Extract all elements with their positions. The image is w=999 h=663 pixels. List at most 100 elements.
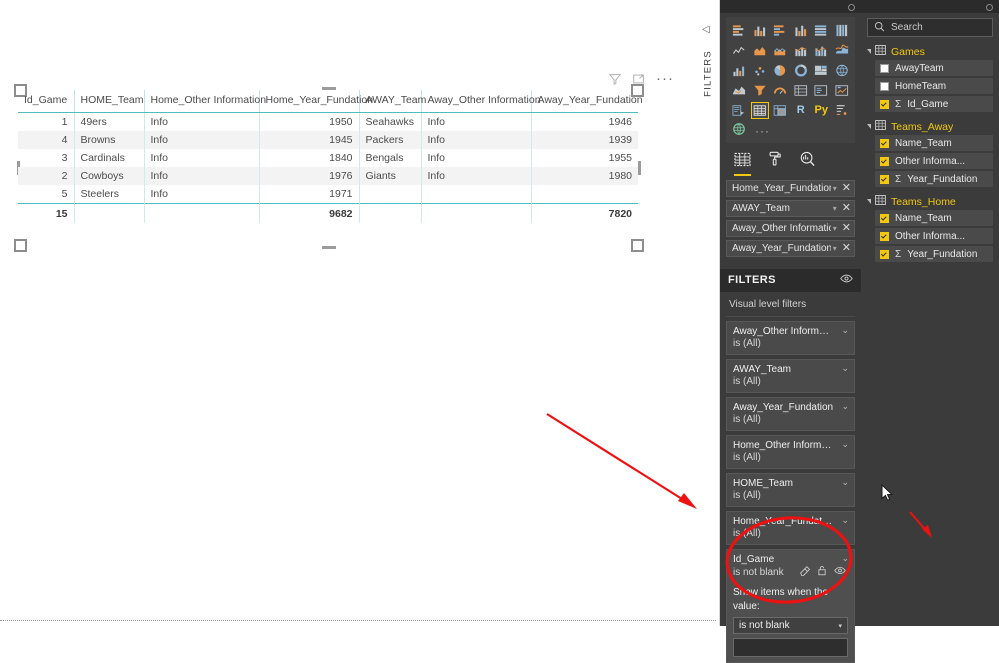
pin-icon[interactable] bbox=[986, 4, 993, 11]
field-checkbox[interactable] bbox=[880, 174, 889, 184]
chevron-down-icon[interactable]: ▾ bbox=[833, 224, 837, 233]
stacked-area-chart-icon[interactable] bbox=[771, 42, 790, 59]
field-checkbox[interactable] bbox=[880, 63, 889, 73]
remove-field-icon[interactable]: ✕ bbox=[842, 203, 851, 214]
key-influencers-icon[interactable] bbox=[833, 102, 852, 119]
chevron-down-icon[interactable]: ⌄ bbox=[841, 440, 849, 449]
table-column-header[interactable]: Id_Game bbox=[18, 90, 75, 113]
filter-card-id-game[interactable]: Id_Game ⌄ is not blank Show items when t… bbox=[726, 549, 855, 663]
field-checkbox[interactable] bbox=[880, 249, 889, 259]
r-script-visual-icon[interactable]: R bbox=[792, 102, 811, 119]
field-item[interactable]: HomeTeam bbox=[875, 78, 993, 94]
field-checkbox[interactable] bbox=[880, 231, 889, 241]
filter-card[interactable]: Home_Other Informat... is (All) ⌄ bbox=[726, 435, 855, 469]
filter-value-input[interactable] bbox=[733, 638, 848, 657]
field-item[interactable]: Name_Team bbox=[875, 135, 993, 151]
visual-header-toolbar[interactable]: ··· bbox=[608, 70, 678, 88]
field-checkbox[interactable] bbox=[880, 81, 889, 91]
waterfall-chart-icon[interactable] bbox=[730, 62, 749, 79]
field-checkbox[interactable] bbox=[880, 156, 889, 166]
100-stacked-column-chart-icon[interactable] bbox=[833, 22, 852, 39]
field-checkbox[interactable] bbox=[880, 99, 889, 109]
fields-table-group[interactable]: Teams_Home bbox=[861, 195, 999, 208]
line-chart-icon[interactable] bbox=[730, 42, 749, 59]
field-item[interactable]: Other Informa... bbox=[875, 153, 993, 169]
funnel-icon[interactable] bbox=[751, 82, 770, 99]
arcgis-map-icon[interactable] bbox=[732, 122, 746, 139]
table-column-header[interactable]: Away_Other Information bbox=[421, 90, 541, 113]
more-options-icon[interactable]: ··· bbox=[656, 71, 674, 86]
table-column-header[interactable]: Away_Year_Fundation bbox=[531, 90, 643, 113]
table-row[interactable]: 3 Cardinals Info 1840 Bengals Info 1955 bbox=[18, 149, 638, 167]
table-visual[interactable]: Id_Game HOME_Team Home_Other Information Ho… bbox=[18, 90, 643, 250]
fields-table-group[interactable]: Teams_Away bbox=[861, 120, 999, 133]
clustered-bar-chart-icon[interactable] bbox=[771, 22, 790, 39]
matrix-icon[interactable] bbox=[771, 102, 790, 119]
python-visual-icon[interactable]: Py bbox=[812, 102, 831, 119]
slicer-icon[interactable] bbox=[730, 102, 749, 119]
lock-icon[interactable] bbox=[817, 565, 827, 579]
search-input[interactable]: Search bbox=[867, 18, 993, 37]
hide-filters-icon[interactable] bbox=[840, 273, 853, 287]
filter-card[interactable]: Home_Year_Fundation is (All) ⌄ bbox=[726, 511, 855, 545]
treemap-icon[interactable] bbox=[812, 62, 831, 79]
field-item[interactable]: Σ Year_Fundation bbox=[875, 171, 993, 187]
table-row[interactable]: 1 49ers Info 1950 Seahawks Info 1946 bbox=[18, 112, 638, 131]
chevron-down-icon[interactable]: ⌄ bbox=[841, 516, 849, 525]
stacked-column-chart-icon[interactable] bbox=[751, 22, 770, 39]
field-item[interactable]: Σ Id_Game bbox=[875, 96, 993, 112]
data-table[interactable]: Id_Game HOME_Team Home_Other Information Ho… bbox=[18, 90, 643, 223]
area-chart-icon[interactable] bbox=[751, 42, 770, 59]
filters-list[interactable]: Visual level filters Away_Other Informat… bbox=[720, 292, 861, 663]
field-item[interactable]: Name_Team bbox=[875, 210, 993, 226]
donut-chart-icon[interactable] bbox=[792, 62, 811, 79]
eye-icon[interactable] bbox=[834, 565, 846, 579]
filter-card[interactable]: Away_Year_Fundation is (All) ⌄ bbox=[726, 397, 855, 431]
line-clustered-column-chart-icon[interactable] bbox=[812, 42, 831, 59]
table-row[interactable]: 5 Steelers Info 1971 bbox=[18, 185, 638, 204]
fields-tree[interactable]: Games AwayTeam HomeTeam Σ Id_Game Teams_Away N… bbox=[861, 45, 999, 262]
table-column-header[interactable]: AWAY_Team bbox=[359, 90, 426, 113]
field-item[interactable]: AwayTeam bbox=[875, 60, 993, 76]
visual-property-tabs[interactable] bbox=[720, 143, 861, 176]
table-row[interactable]: 4 Browns Info 1945 Packers Info 1939 bbox=[18, 131, 638, 149]
100-stacked-bar-chart-icon[interactable] bbox=[812, 22, 831, 39]
card-icon[interactable] bbox=[812, 82, 831, 99]
stacked-bar-chart-icon[interactable] bbox=[730, 22, 749, 39]
filter-card[interactable]: AWAY_Team is (All) ⌄ bbox=[726, 359, 855, 393]
scatter-chart-icon[interactable] bbox=[751, 62, 770, 79]
field-item[interactable]: Other Informa... bbox=[875, 228, 993, 244]
filter-icon[interactable] bbox=[608, 72, 622, 86]
report-canvas[interactable]: ··· Id_Game HOME_Team Home_Other Informati… bbox=[0, 0, 720, 626]
field-item[interactable]: Σ Year_Fundation bbox=[875, 246, 993, 262]
table-column-header[interactable]: Home_Other Information bbox=[144, 90, 266, 113]
expand-triangle-icon[interactable] bbox=[867, 124, 871, 129]
filled-map-icon[interactable] bbox=[730, 82, 749, 99]
filter-card[interactable]: HOME_Team is (All) ⌄ bbox=[726, 473, 855, 507]
fields-pane[interactable]: Search Games AwayTeam HomeTeam Σ Id_Game Team… bbox=[861, 0, 999, 626]
line-stacked-column-chart-icon[interactable] bbox=[792, 42, 811, 59]
field-well-item[interactable]: AWAY_Team ▾ ✕ bbox=[726, 200, 855, 217]
analytics-tab[interactable] bbox=[799, 151, 816, 176]
field-wells[interactable]: Home_Year_Fundation ▾ ✕ AWAY_Team ▾ ✕ Away_Oth… bbox=[720, 176, 861, 257]
filters-pane-collapsed-tab[interactable]: ◁ FILTERS bbox=[697, 20, 719, 130]
ribbon-chart-icon[interactable] bbox=[833, 42, 852, 59]
chevron-down-icon[interactable]: ⌄ bbox=[841, 326, 849, 335]
visualization-gallery-footer[interactable]: ··· bbox=[730, 122, 851, 139]
table-column-header[interactable]: HOME_Team bbox=[74, 90, 145, 113]
more-visuals-icon[interactable]: ··· bbox=[755, 125, 770, 137]
chevron-down-icon[interactable]: ▾ bbox=[833, 204, 837, 213]
pie-chart-icon[interactable] bbox=[771, 62, 790, 79]
visualizations-pane[interactable]: R Py ··· Home_Year_Fundation ▾ ✕ AWAY_Team ▾ ✕… bbox=[720, 0, 861, 663]
focus-mode-icon[interactable] bbox=[632, 72, 646, 86]
remove-field-icon[interactable]: ✕ bbox=[842, 223, 851, 234]
field-checkbox[interactable] bbox=[880, 138, 889, 148]
table-row[interactable]: 2 Cowboys Info 1976 Giants Info 1980 bbox=[18, 167, 638, 185]
remove-field-icon[interactable]: ✕ bbox=[842, 183, 851, 194]
expand-triangle-icon[interactable] bbox=[867, 199, 871, 204]
field-well-item[interactable]: Away_Other Informatior ▾ ✕ bbox=[726, 220, 855, 237]
fields-table-group[interactable]: Games bbox=[861, 45, 999, 58]
expand-triangle-icon[interactable] bbox=[867, 49, 871, 54]
fields-tab[interactable] bbox=[734, 152, 751, 176]
table-icon[interactable] bbox=[750, 102, 769, 119]
